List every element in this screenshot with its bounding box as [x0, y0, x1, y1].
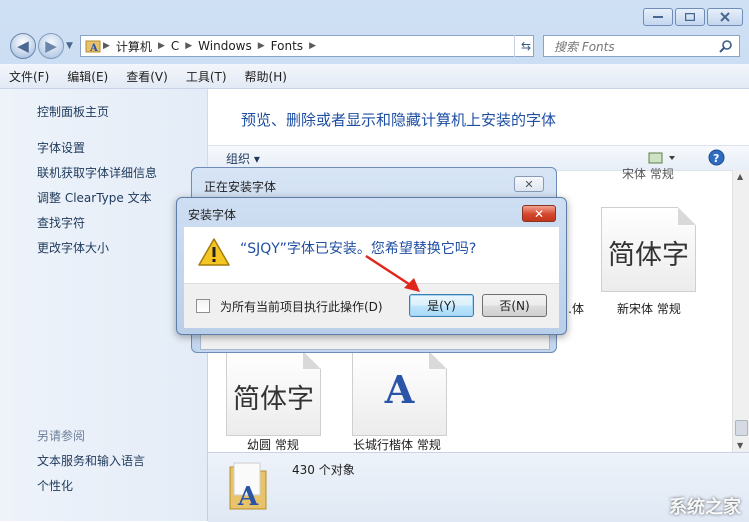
- font-tile-label: 宋体 常规: [622, 167, 674, 181]
- font-tile-label: 幼圆 常规: [247, 438, 299, 452]
- menu-tools[interactable]: 工具(T): [177, 68, 236, 85]
- font-settings-link[interactable]: 字体设置: [37, 139, 85, 156]
- back-button[interactable]: ◀: [10, 33, 36, 59]
- font-tile-nsimsun[interactable]: 简体字: [601, 207, 696, 302]
- annotation-arrow: [365, 254, 420, 292]
- close-icon: [720, 12, 730, 22]
- change-font-size-link[interactable]: 更改字体大小: [37, 239, 109, 256]
- scroll-down-icon[interactable]: ▼: [737, 441, 743, 450]
- explorer-window: ◀ ▶ ▼ A ▶ 计算机 ▶ C ▶ Windows ▶ Fonts ▶ ⇆: [0, 0, 749, 522]
- get-font-info-online-link[interactable]: 联机获取字体详细信息: [37, 164, 157, 181]
- font-preview-glyph: A: [384, 367, 415, 412]
- text-services-link[interactable]: 文本服务和输入语言: [37, 452, 145, 469]
- help-icon[interactable]: ?: [708, 149, 725, 166]
- refresh-icon: ⇆: [520, 39, 532, 53]
- item-count: 430 个对象: [292, 463, 355, 477]
- breadcrumb-windows[interactable]: Windows: [192, 39, 258, 53]
- search-input[interactable]: [552, 37, 721, 57]
- menu-view[interactable]: 查看(V): [117, 68, 177, 85]
- no-button[interactable]: 否(N): [482, 294, 547, 317]
- menu-bar: 文件(F) 编辑(E) 查看(V) 工具(T) 帮助(H): [0, 64, 749, 89]
- dialog-message: “SJQY”字体已安装。您希望替换它吗?: [240, 241, 477, 257]
- svg-text:A: A: [89, 43, 98, 54]
- dialog-close-button[interactable]: ✕: [522, 205, 556, 222]
- font-preview-glyph: 简体字: [608, 240, 689, 271]
- svg-text:A: A: [237, 482, 259, 511]
- font-tile-changcheng[interactable]: A: [352, 351, 447, 446]
- close-window-button[interactable]: [707, 8, 743, 26]
- scroll-thumb[interactable]: [735, 420, 748, 436]
- font-tile-label: 新宋体 常规: [617, 302, 681, 316]
- forward-button[interactable]: ▶: [38, 33, 64, 59]
- adjust-cleartype-link[interactable]: 调整 ClearType 文本: [37, 189, 152, 206]
- control-panel-home-link[interactable]: 控制面板主页: [37, 103, 109, 120]
- font-preview-glyph: 简体字: [233, 384, 314, 415]
- breadcrumb-separator[interactable]: ▶: [258, 41, 265, 51]
- svg-text:?: ?: [713, 152, 719, 165]
- watermark-logo: 系统之家: [669, 497, 741, 518]
- view-options-icon[interactable]: [648, 151, 678, 165]
- dialog-title: 安装字体: [188, 208, 237, 222]
- personalization-link[interactable]: 个性化: [37, 477, 73, 494]
- forward-arrow-icon: ▶: [45, 37, 57, 55]
- caption-buttons: [643, 8, 743, 26]
- search-box[interactable]: [543, 35, 740, 57]
- vertical-scrollbar[interactable]: ▲ ▼: [732, 170, 749, 452]
- close-button[interactable]: ✕: [514, 176, 544, 192]
- breadcrumb-c[interactable]: C: [165, 39, 185, 53]
- menu-help[interactable]: 帮助(H): [236, 68, 296, 85]
- details-pane: A 430 个对象: [208, 452, 749, 522]
- apply-to-all-checkbox[interactable]: [196, 299, 210, 313]
- warning-icon: [198, 238, 230, 266]
- search-icon[interactable]: [719, 39, 733, 53]
- address-bar[interactable]: A ▶ 计算机 ▶ C ▶ Windows ▶ Fonts ▶: [80, 35, 534, 57]
- page-heading: 预览、删除或者显示和隐藏计算机上安装的字体: [241, 111, 557, 129]
- breadcrumb-separator[interactable]: ▶: [309, 41, 316, 51]
- font-tile-youyuan[interactable]: 简体字: [226, 351, 321, 446]
- menu-file[interactable]: 文件(F): [0, 68, 58, 85]
- minimize-icon: [653, 16, 663, 18]
- dialog-title: 正在安装字体: [204, 180, 277, 194]
- organize-button[interactable]: 组织 ▾: [226, 150, 260, 167]
- see-also-heading: 另请参阅: [37, 429, 86, 443]
- breadcrumb-separator[interactable]: ▶: [185, 41, 192, 51]
- minimize-button[interactable]: [643, 8, 673, 26]
- apply-to-all-label[interactable]: 为所有当前项目执行此操作(D): [220, 298, 383, 315]
- fonts-folder-icon: A: [229, 462, 267, 511]
- scroll-up-icon[interactable]: ▲: [737, 172, 743, 181]
- back-arrow-icon: ◀: [17, 37, 29, 55]
- maximize-button[interactable]: [675, 8, 705, 26]
- find-character-link[interactable]: 查找字符: [37, 214, 85, 231]
- menu-edit[interactable]: 编辑(E): [58, 68, 117, 85]
- breadcrumb-separator[interactable]: ▶: [103, 41, 110, 51]
- folder-font-icon: A: [85, 40, 101, 54]
- maximize-icon: [685, 13, 695, 21]
- breadcrumb-fonts[interactable]: Fonts: [265, 39, 309, 53]
- breadcrumb-separator[interactable]: ▶: [158, 41, 165, 51]
- refresh-button[interactable]: ⇆: [514, 35, 537, 57]
- breadcrumb-computer[interactable]: 计算机: [110, 38, 158, 55]
- navigation-row: ◀ ▶ ▼ A ▶ 计算机 ▶ C ▶ Windows ▶ Fonts ▶ ⇆: [0, 32, 749, 60]
- font-tile-label: 长城行楷体 常规: [353, 438, 441, 452]
- recent-pages-dropdown-icon[interactable]: ▼: [66, 41, 73, 51]
